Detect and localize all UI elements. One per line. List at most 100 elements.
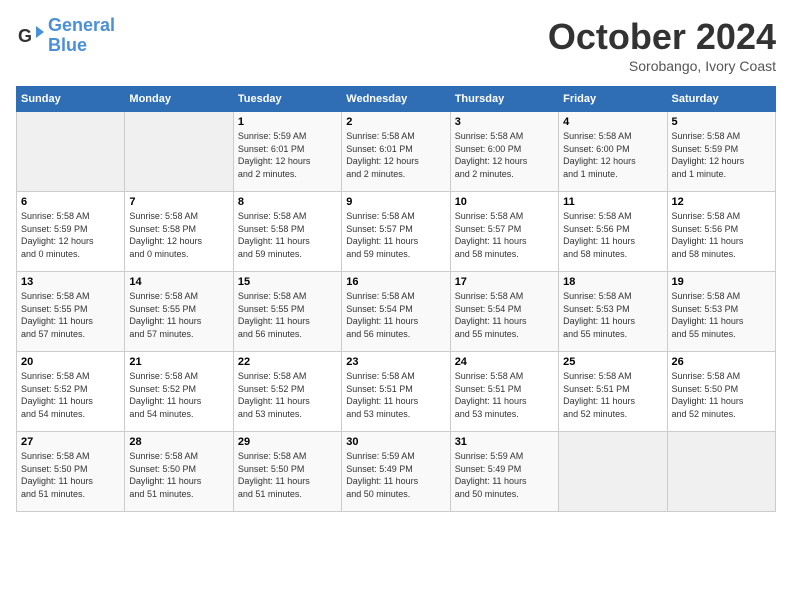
day-number: 5 [672, 116, 771, 128]
day-info: Sunrise: 5:58 AM Sunset: 5:57 PM Dayligh… [455, 210, 554, 260]
day-info: Sunrise: 5:58 AM Sunset: 6:01 PM Dayligh… [346, 130, 445, 180]
calendar-header: SundayMondayTuesdayWednesdayThursdayFrid… [17, 87, 776, 112]
location-subtitle: Sorobango, Ivory Coast [548, 58, 776, 74]
day-cell: 24 Sunrise: 5:58 AM Sunset: 5:51 PM Dayli… [450, 352, 558, 432]
weekday-header-wednesday: Wednesday [342, 87, 450, 112]
day-cell: 21 Sunrise: 5:58 AM Sunset: 5:52 PM Dayli… [125, 352, 233, 432]
day-info: Sunrise: 5:58 AM Sunset: 5:52 PM Dayligh… [238, 370, 337, 420]
day-cell [559, 432, 667, 512]
day-number: 10 [455, 196, 554, 208]
day-info: Sunrise: 5:58 AM Sunset: 5:54 PM Dayligh… [455, 290, 554, 340]
day-info: Sunrise: 5:58 AM Sunset: 5:58 PM Dayligh… [129, 210, 228, 260]
day-cell: 27 Sunrise: 5:58 AM Sunset: 5:50 PM Dayli… [17, 432, 125, 512]
day-info: Sunrise: 5:58 AM Sunset: 6:00 PM Dayligh… [455, 130, 554, 180]
day-cell: 19 Sunrise: 5:58 AM Sunset: 5:53 PM Dayli… [667, 272, 775, 352]
day-cell: 29 Sunrise: 5:58 AM Sunset: 5:50 PM Dayli… [233, 432, 341, 512]
day-number: 9 [346, 196, 445, 208]
day-number: 13 [21, 276, 120, 288]
week-row-5: 27 Sunrise: 5:58 AM Sunset: 5:50 PM Dayli… [17, 432, 776, 512]
day-number: 26 [672, 356, 771, 368]
day-number: 29 [238, 436, 337, 448]
weekday-header-saturday: Saturday [667, 87, 775, 112]
day-number: 3 [455, 116, 554, 128]
day-info: Sunrise: 5:58 AM Sunset: 5:58 PM Dayligh… [238, 210, 337, 260]
day-number: 12 [672, 196, 771, 208]
day-cell: 5Sunrise: 5:58 AM Sunset: 5:59 PM Daylig… [667, 112, 775, 192]
day-cell: 8 Sunrise: 5:58 AM Sunset: 5:58 PM Daylig… [233, 192, 341, 272]
day-info: Sunrise: 5:58 AM Sunset: 5:56 PM Dayligh… [672, 210, 771, 260]
day-cell: 18 Sunrise: 5:58 AM Sunset: 5:53 PM Dayli… [559, 272, 667, 352]
day-number: 30 [346, 436, 445, 448]
logo-icon: G [16, 22, 44, 50]
page-header: G GeneralBlue October 2024 Sorobango, Iv… [16, 16, 776, 74]
day-info: Sunrise: 5:59 AM Sunset: 5:49 PM Dayligh… [455, 450, 554, 500]
day-number: 25 [563, 356, 662, 368]
day-cell [17, 112, 125, 192]
day-info: Sunrise: 5:59 AM Sunset: 5:49 PM Dayligh… [346, 450, 445, 500]
weekday-row: SundayMondayTuesdayWednesdayThursdayFrid… [17, 87, 776, 112]
day-number: 18 [563, 276, 662, 288]
day-info: Sunrise: 5:58 AM Sunset: 5:55 PM Dayligh… [238, 290, 337, 340]
day-cell: 28 Sunrise: 5:58 AM Sunset: 5:50 PM Dayli… [125, 432, 233, 512]
day-info: Sunrise: 5:58 AM Sunset: 5:55 PM Dayligh… [21, 290, 120, 340]
month-title: October 2024 [548, 16, 776, 58]
week-row-3: 13 Sunrise: 5:58 AM Sunset: 5:55 PM Dayli… [17, 272, 776, 352]
day-number: 27 [21, 436, 120, 448]
day-info: Sunrise: 5:58 AM Sunset: 5:53 PM Dayligh… [563, 290, 662, 340]
day-number: 7 [129, 196, 228, 208]
day-info: Sunrise: 5:58 AM Sunset: 5:50 PM Dayligh… [129, 450, 228, 500]
day-cell: 23 Sunrise: 5:58 AM Sunset: 5:51 PM Dayli… [342, 352, 450, 432]
day-cell: 20 Sunrise: 5:58 AM Sunset: 5:52 PM Dayli… [17, 352, 125, 432]
day-number: 4 [563, 116, 662, 128]
day-number: 24 [455, 356, 554, 368]
day-info: Sunrise: 5:58 AM Sunset: 5:52 PM Dayligh… [129, 370, 228, 420]
day-cell [125, 112, 233, 192]
day-number: 20 [21, 356, 120, 368]
weekday-header-thursday: Thursday [450, 87, 558, 112]
day-info: Sunrise: 5:58 AM Sunset: 5:50 PM Dayligh… [21, 450, 120, 500]
day-cell: 2Sunrise: 5:58 AM Sunset: 6:01 PM Daylig… [342, 112, 450, 192]
day-info: Sunrise: 5:58 AM Sunset: 5:50 PM Dayligh… [238, 450, 337, 500]
week-row-4: 20 Sunrise: 5:58 AM Sunset: 5:52 PM Dayli… [17, 352, 776, 432]
day-cell [667, 432, 775, 512]
day-number: 22 [238, 356, 337, 368]
day-info: Sunrise: 5:58 AM Sunset: 5:52 PM Dayligh… [21, 370, 120, 420]
day-cell: 16Sunrise: 5:58 AM Sunset: 5:54 PM Dayli… [342, 272, 450, 352]
day-number: 8 [238, 196, 337, 208]
day-info: Sunrise: 5:58 AM Sunset: 5:51 PM Dayligh… [455, 370, 554, 420]
weekday-header-friday: Friday [559, 87, 667, 112]
day-cell: 1 Sunrise: 5:59 AM Sunset: 6:01 PM Daylig… [233, 112, 341, 192]
day-number: 21 [129, 356, 228, 368]
day-cell: 12 Sunrise: 5:58 AM Sunset: 5:56 PM Dayli… [667, 192, 775, 272]
day-cell: 15Sunrise: 5:58 AM Sunset: 5:55 PM Dayli… [233, 272, 341, 352]
day-number: 28 [129, 436, 228, 448]
day-number: 19 [672, 276, 771, 288]
day-cell: 6Sunrise: 5:58 AM Sunset: 5:59 PM Daylig… [17, 192, 125, 272]
day-info: Sunrise: 5:58 AM Sunset: 6:00 PM Dayligh… [563, 130, 662, 180]
day-cell: 26 Sunrise: 5:58 AM Sunset: 5:50 PM Dayli… [667, 352, 775, 432]
day-cell: 31 Sunrise: 5:59 AM Sunset: 5:49 PM Dayli… [450, 432, 558, 512]
title-block: October 2024 Sorobango, Ivory Coast [548, 16, 776, 74]
day-cell: 14 Sunrise: 5:58 AM Sunset: 5:55 PM Dayli… [125, 272, 233, 352]
day-info: Sunrise: 5:58 AM Sunset: 5:59 PM Dayligh… [21, 210, 120, 260]
day-number: 17 [455, 276, 554, 288]
day-cell: 4 Sunrise: 5:58 AM Sunset: 6:00 PM Daylig… [559, 112, 667, 192]
day-number: 23 [346, 356, 445, 368]
day-cell: 25 Sunrise: 5:58 AM Sunset: 5:51 PM Dayli… [559, 352, 667, 432]
day-info: Sunrise: 5:58 AM Sunset: 5:53 PM Dayligh… [672, 290, 771, 340]
day-info: Sunrise: 5:58 AM Sunset: 5:50 PM Dayligh… [672, 370, 771, 420]
weekday-header-sunday: Sunday [17, 87, 125, 112]
day-info: Sunrise: 5:58 AM Sunset: 5:51 PM Dayligh… [346, 370, 445, 420]
day-cell: 10 Sunrise: 5:58 AM Sunset: 5:57 PM Dayli… [450, 192, 558, 272]
day-number: 31 [455, 436, 554, 448]
day-number: 1 [238, 116, 337, 128]
day-info: Sunrise: 5:59 AM Sunset: 6:01 PM Dayligh… [238, 130, 337, 180]
day-cell: 13 Sunrise: 5:58 AM Sunset: 5:55 PM Dayli… [17, 272, 125, 352]
calendar-table: SundayMondayTuesdayWednesdayThursdayFrid… [16, 86, 776, 512]
day-number: 14 [129, 276, 228, 288]
calendar-body: 1 Sunrise: 5:59 AM Sunset: 6:01 PM Daylig… [17, 112, 776, 512]
day-info: Sunrise: 5:58 AM Sunset: 5:55 PM Dayligh… [129, 290, 228, 340]
day-cell: 7 Sunrise: 5:58 AM Sunset: 5:58 PM Daylig… [125, 192, 233, 272]
logo-text: GeneralBlue [48, 16, 115, 56]
day-info: Sunrise: 5:58 AM Sunset: 5:51 PM Dayligh… [563, 370, 662, 420]
